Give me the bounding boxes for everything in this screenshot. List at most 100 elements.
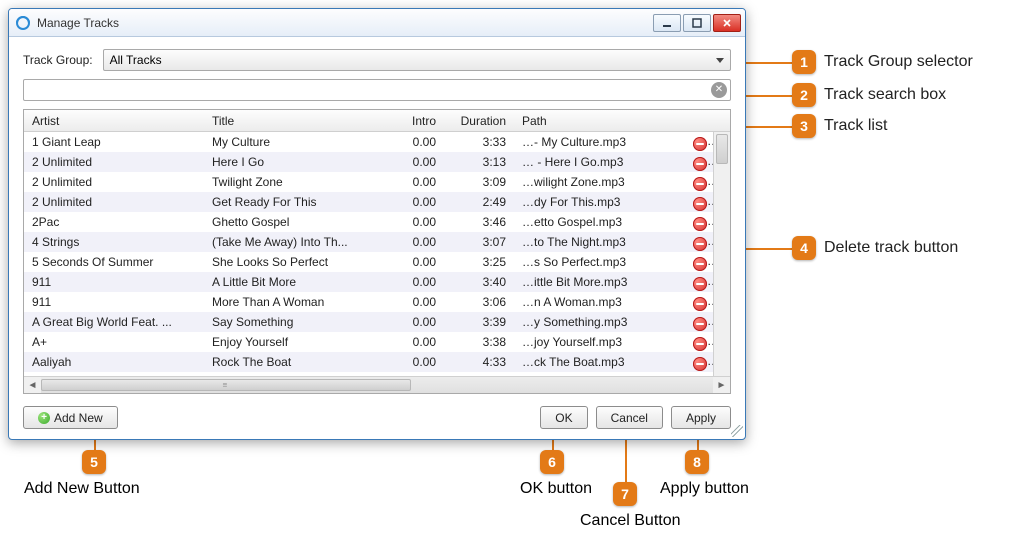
table-row[interactable]: 911More Than A Woman0.003:06…n A Woman.m…	[24, 292, 713, 312]
cell-artist: 2 Unlimited	[24, 155, 204, 169]
chevron-down-icon	[716, 58, 724, 63]
horizontal-scrollbar[interactable]: ◄ ≡ ►	[24, 376, 730, 393]
delete-track-button[interactable]	[693, 237, 707, 251]
col-path[interactable]: Path	[514, 114, 684, 128]
cell-intro: 0.00	[384, 295, 444, 309]
vertical-scrollbar[interactable]	[713, 132, 730, 376]
cell-duration: 3:38	[444, 335, 514, 349]
scroll-thumb[interactable]	[716, 134, 728, 164]
cell-path: …y Something.mp3	[514, 315, 685, 329]
apply-button[interactable]: Apply	[671, 406, 731, 429]
cell-artist: A+	[24, 335, 204, 349]
cell-intro: 0.00	[384, 155, 444, 169]
cell-intro: 0.00	[384, 215, 444, 229]
delete-track-button[interactable]	[693, 217, 707, 231]
cell-title: More Than A Woman	[204, 295, 384, 309]
table-row[interactable]: 1 Giant LeapMy Culture0.003:33…- My Cult…	[24, 132, 713, 152]
add-new-button[interactable]: + Add New	[23, 406, 118, 429]
callout-5-label: Add New Button	[24, 480, 140, 498]
delete-track-button[interactable]	[693, 197, 707, 211]
cell-title: Ghetto Gospel	[204, 215, 384, 229]
cell-artist: 2 Unlimited	[24, 175, 204, 189]
cell-path: …etto Gospel.mp3	[514, 215, 685, 229]
titlebar[interactable]: Manage Tracks	[9, 9, 745, 37]
cell-path: …wilight Zone.mp3	[514, 175, 685, 189]
cell-title: (Take Me Away) Into Th...	[204, 235, 384, 249]
cell-title: Here I Go	[204, 155, 384, 169]
table-row[interactable]: 2 UnlimitedGet Ready For This0.002:49…dy…	[24, 192, 713, 212]
col-intro[interactable]: Intro	[384, 114, 444, 128]
callout-7-label: Cancel Button	[580, 512, 681, 530]
trackgroup-value: All Tracks	[110, 53, 162, 67]
cell-title: She Looks So Perfect	[204, 255, 384, 269]
close-button[interactable]	[713, 14, 741, 32]
table-row[interactable]: 911A Little Bit More0.003:40…ittle Bit M…	[24, 272, 713, 292]
cell-intro: 0.00	[384, 135, 444, 149]
delete-track-button[interactable]	[693, 157, 707, 171]
cell-intro: 0.00	[384, 315, 444, 329]
cell-intro: 0.00	[384, 355, 444, 369]
table-row[interactable]: A+Enjoy Yourself0.003:38…joy Yourself.mp…	[24, 332, 713, 352]
ok-button[interactable]: OK	[540, 406, 587, 429]
cell-path: …n A Woman.mp3	[514, 295, 685, 309]
scroll-thumb[interactable]: ≡	[41, 379, 411, 391]
table-row[interactable]: 2 UnlimitedHere I Go0.003:13… - Here I G…	[24, 152, 713, 172]
col-title[interactable]: Title	[204, 114, 384, 128]
cell-artist: 2 Unlimited	[24, 195, 204, 209]
cell-path: …ittle Bit More.mp3	[514, 275, 685, 289]
trackgroup-label: Track Group:	[23, 53, 93, 67]
table-row[interactable]: 2PacGhetto Gospel0.003:46…etto Gospel.mp…	[24, 212, 713, 232]
cell-path: …- My Culture.mp3	[514, 135, 685, 149]
cell-intro: 0.00	[384, 335, 444, 349]
cell-path: …to The Night.mp3	[514, 235, 685, 249]
table-row[interactable]: 2 UnlimitedTwilight Zone0.003:09…wilight…	[24, 172, 713, 192]
col-duration[interactable]: Duration	[444, 114, 514, 128]
cell-duration: 3:46	[444, 215, 514, 229]
delete-track-button[interactable]	[693, 177, 707, 191]
clear-search-icon[interactable]: ✕	[711, 82, 727, 98]
scroll-right-icon[interactable]: ►	[713, 377, 730, 393]
table-row[interactable]: AaliyahRock The Boat0.004:33…ck The Boat…	[24, 352, 713, 372]
delete-track-button[interactable]	[693, 137, 707, 151]
trackgroup-select[interactable]: All Tracks	[103, 49, 731, 71]
callout-5: 5	[82, 450, 106, 474]
maximize-button[interactable]	[683, 14, 711, 32]
delete-track-button[interactable]	[693, 357, 707, 371]
delete-track-button[interactable]	[693, 317, 707, 331]
cell-artist: 4 Strings	[24, 235, 204, 249]
cell-artist: 911	[24, 295, 204, 309]
search-input[interactable]	[23, 79, 731, 101]
cell-intro: 0.00	[384, 255, 444, 269]
col-artist[interactable]: Artist	[24, 114, 204, 128]
delete-track-button[interactable]	[693, 277, 707, 291]
cell-path: …s So Perfect.mp3	[514, 255, 685, 269]
callout-6-label: OK button	[520, 480, 592, 498]
cell-title: Enjoy Yourself	[204, 335, 384, 349]
add-new-label: Add New	[54, 411, 103, 425]
cancel-button[interactable]: Cancel	[596, 406, 663, 429]
cell-artist: 2Pac	[24, 215, 204, 229]
callout-8-label: Apply button	[660, 480, 749, 498]
delete-track-button[interactable]	[693, 297, 707, 311]
table-row[interactable]: 5 Seconds Of SummerShe Looks So Perfect0…	[24, 252, 713, 272]
cell-artist: 1 Giant Leap	[24, 135, 204, 149]
cell-path: … - Here I Go.mp3	[514, 155, 685, 169]
cell-intro: 0.00	[384, 175, 444, 189]
delete-track-button[interactable]	[693, 257, 707, 271]
cell-title: Twilight Zone	[204, 175, 384, 189]
delete-track-button[interactable]	[693, 337, 707, 351]
plus-icon: +	[38, 412, 50, 424]
table-row[interactable]: 4 Strings(Take Me Away) Into Th...0.003:…	[24, 232, 713, 252]
app-icon	[15, 15, 31, 31]
track-list-header[interactable]: Artist Title Intro Duration Path	[24, 110, 730, 132]
manage-tracks-window: Manage Tracks Track Group: All Tracks ✕	[8, 8, 746, 440]
cell-path: …dy For This.mp3	[514, 195, 685, 209]
callout-6: 6	[540, 450, 564, 474]
table-row[interactable]: A Great Big World Feat. ...Say Something…	[24, 312, 713, 332]
cell-artist: A Great Big World Feat. ...	[24, 315, 204, 329]
cell-path: …ck The Boat.mp3	[514, 355, 685, 369]
scroll-left-icon[interactable]: ◄	[24, 377, 41, 393]
resize-grip-icon[interactable]	[731, 425, 743, 437]
minimize-button[interactable]	[653, 14, 681, 32]
cell-path: …joy Yourself.mp3	[514, 335, 685, 349]
